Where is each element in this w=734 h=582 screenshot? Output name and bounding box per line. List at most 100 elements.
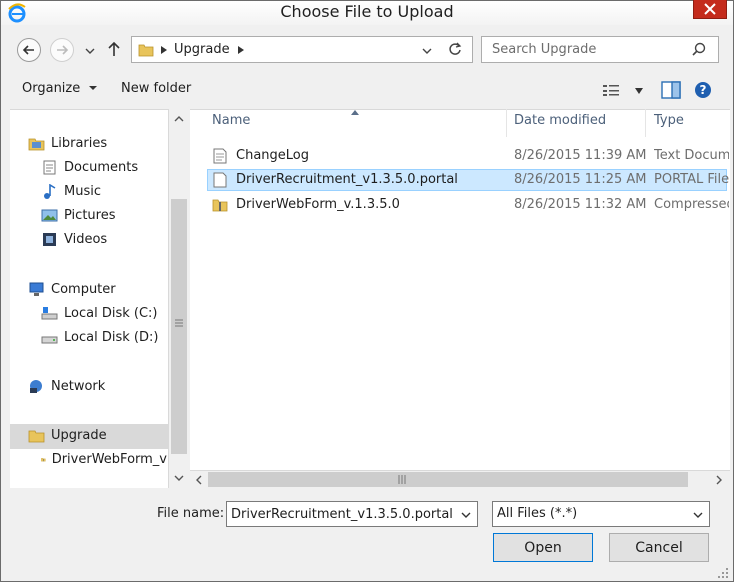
nav-driverwebform[interactable]: DriverWebForm_v: [41, 452, 167, 467]
file-upload-dialog: Choose File to Upload Upgrade Search Upg…: [0, 0, 734, 582]
search-box[interactable]: Search Upgrade: [481, 36, 719, 63]
text-file-icon: [213, 148, 227, 164]
file-name: DriverRecruitment_v1.3.5.0.portal: [236, 172, 458, 187]
music-icon: [44, 184, 56, 199]
zip-folder-icon: [41, 458, 46, 462]
address-bar[interactable]: Upgrade: [131, 36, 473, 63]
nav-libraries[interactable]: Libraries: [28, 136, 107, 151]
open-button[interactable]: Open: [493, 533, 593, 562]
nav-local-disk-c[interactable]: Local Disk (C:): [41, 306, 157, 321]
nav-libraries-label: Libraries: [51, 136, 108, 151]
nav-driverwebform-label: DriverWebForm_v: [51, 452, 167, 467]
file-row[interactable]: DriverWebForm_v.1.3.5.0 8/26/2015 11:32 …: [207, 194, 729, 216]
scroll-left-icon[interactable]: [195, 475, 202, 485]
title-bar: Choose File to Upload: [1, 0, 733, 25]
documents-icon: [43, 160, 56, 175]
nav-computer-label: Computer: [51, 282, 116, 297]
folder-icon: [138, 44, 154, 57]
organize-menu[interactable]: Organize: [22, 81, 98, 96]
scroll-grip-icon: [398, 475, 406, 484]
file-type: Text Document: [654, 148, 729, 163]
scroll-down-icon[interactable]: [174, 475, 184, 482]
file-type-select[interactable]: All Files (*.*): [492, 501, 710, 527]
close-button[interactable]: [693, 0, 727, 19]
preview-pane-icon[interactable]: [661, 81, 681, 99]
scroll-right-icon[interactable]: [716, 475, 723, 485]
nav-upgrade[interactable]: Upgrade: [28, 428, 107, 443]
column-header-type[interactable]: Type: [654, 113, 684, 128]
nav-videos[interactable]: Videos: [41, 232, 107, 247]
nav-upgrade-label: Upgrade: [51, 428, 107, 443]
network-icon: [30, 380, 42, 393]
sort-ascending-icon: [351, 110, 359, 115]
file-name-label: File name:: [157, 506, 225, 521]
column-separator: [506, 109, 507, 137]
file-row-selected[interactable]: DriverRecruitment_v1.3.5.0.portal 8/26/2…: [207, 169, 729, 191]
nav-local-disk-d[interactable]: Local Disk (D:): [41, 330, 158, 345]
file-type: Compressed: [654, 197, 729, 212]
file-name-input[interactable]: DriverRecruitment_v1.3.5.0.portal: [226, 501, 478, 527]
nav-computer[interactable]: Computer: [28, 282, 116, 297]
address-dropdown-icon[interactable]: [422, 47, 432, 55]
system-drive-icon: [41, 307, 58, 320]
help-icon[interactable]: ?: [694, 81, 712, 99]
file-name-value: DriverRecruitment_v1.3.5.0.portal: [231, 507, 453, 522]
breadcrumb-arrow-icon: [161, 46, 167, 54]
nav-documents[interactable]: Documents: [41, 160, 138, 175]
chevron-down-icon[interactable]: [461, 511, 471, 519]
close-icon: [704, 3, 716, 15]
recent-locations-chevron-icon[interactable]: [85, 47, 95, 55]
file-name: DriverWebForm_v.1.3.5.0: [236, 197, 400, 212]
search-icon[interactable]: [692, 42, 706, 56]
cancel-button[interactable]: Cancel: [609, 533, 709, 562]
scroll-up-icon[interactable]: [174, 115, 184, 122]
window-title: Choose File to Upload: [280, 2, 454, 21]
drive-icon: [41, 336, 58, 344]
file-horizontal-scrollbar[interactable]: [190, 470, 730, 488]
up-arrow-icon[interactable]: [107, 41, 121, 57]
nav-pictures-label: Pictures: [64, 208, 116, 223]
breadcrumb-arrow-icon[interactable]: [238, 46, 244, 54]
nav-music-label: Music: [64, 184, 101, 199]
nav-local-disk-d-label: Local Disk (D:): [64, 330, 159, 345]
svg-text:?: ?: [700, 83, 707, 97]
search-placeholder: Search Upgrade: [492, 42, 597, 57]
arrow-right-icon: [57, 45, 69, 55]
nav-network-label: Network: [51, 379, 106, 394]
resize-grip-icon[interactable]: [715, 565, 729, 579]
chevron-down-icon: [693, 512, 703, 518]
libraries-icon: [28, 138, 45, 151]
chevron-down-icon: [89, 86, 98, 90]
column-separator: [645, 109, 646, 137]
new-folder-button[interactable]: New folder: [121, 81, 191, 96]
nav-network[interactable]: Network: [28, 379, 105, 394]
file-date: 8/26/2015 11:32 AM: [514, 197, 647, 212]
folder-icon: [28, 430, 45, 443]
arrow-left-icon: [22, 45, 34, 55]
file-date: 8/26/2015 11:39 AM: [514, 148, 647, 163]
file-row[interactable]: ChangeLog 8/26/2015 11:39 AM Text Docume…: [207, 145, 729, 167]
back-button[interactable]: [17, 38, 41, 62]
nav-documents-label: Documents: [64, 160, 139, 175]
nav-vertical-scrollbar[interactable]: [168, 109, 188, 488]
refresh-icon[interactable]: [448, 42, 462, 56]
nav-music[interactable]: Music: [41, 184, 101, 199]
view-dropdown-icon[interactable]: [635, 88, 643, 94]
view-options-icon[interactable]: [602, 83, 620, 97]
breadcrumb-upgrade[interactable]: Upgrade: [174, 42, 230, 57]
forward-button[interactable]: [50, 38, 74, 62]
file-scroll-thumb[interactable]: [208, 472, 688, 487]
pictures-icon: [41, 209, 58, 222]
column-header-date[interactable]: Date modified: [514, 113, 606, 128]
computer-icon: [29, 282, 44, 296]
nav-videos-label: Videos: [64, 232, 108, 247]
column-header-name[interactable]: Name: [212, 113, 250, 128]
nav-local-disk-c-label: Local Disk (C:): [64, 306, 158, 321]
blank-file-icon: [213, 172, 227, 188]
nav-pictures[interactable]: Pictures: [41, 208, 115, 223]
file-name: ChangeLog: [236, 148, 309, 163]
file-date: 8/26/2015 11:25 AM: [514, 172, 647, 187]
videos-icon: [43, 233, 56, 246]
zip-folder-icon: [212, 199, 228, 212]
file-type-value: All Files (*.*): [497, 506, 578, 521]
